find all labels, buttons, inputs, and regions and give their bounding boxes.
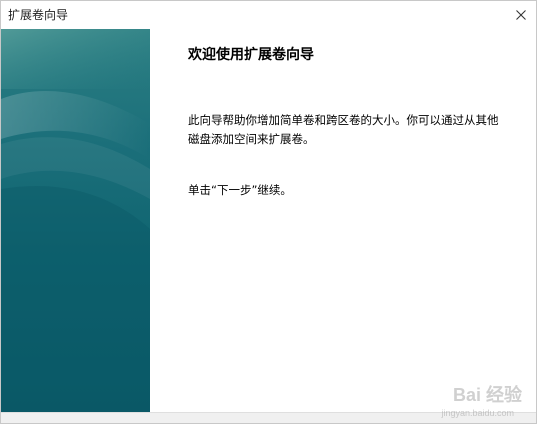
window-title: 扩展卷向导 [8,8,69,22]
watermark-logo: Bai 经验 [452,385,522,405]
close-button[interactable] [506,1,536,29]
wizard-side-banner [1,29,150,412]
wizard-window: 扩展卷向导 欢迎使用扩展卷向导 此向导帮助你增加简单卷和跨区卷的大小。你可以通过… [0,0,537,424]
description-line-1: 此向导帮助你增加简单卷和跨区卷的大小。你可以通过从其他 [188,113,499,127]
description-line-2: 磁盘添加空间来扩展卷。 [188,132,315,146]
wizard-instruction: 单击“下一步”继续。 [188,183,292,197]
wizard-description: 此向导帮助你增加简单卷和跨区卷的大小。你可以通过从其他 磁盘添加空间来扩展卷。 [188,111,518,149]
page-title: 欢迎使用扩展卷向导 [188,47,314,63]
title-bar[interactable]: 扩展卷向导 [1,1,536,29]
wizard-content: 欢迎使用扩展卷向导 此向导帮助你增加简单卷和跨区卷的大小。你可以通过从其他 磁盘… [151,29,536,412]
close-icon [516,10,526,20]
watermark-url: jingyan.baidu.com [441,408,514,418]
banner-swirl-graphic [1,29,150,412]
